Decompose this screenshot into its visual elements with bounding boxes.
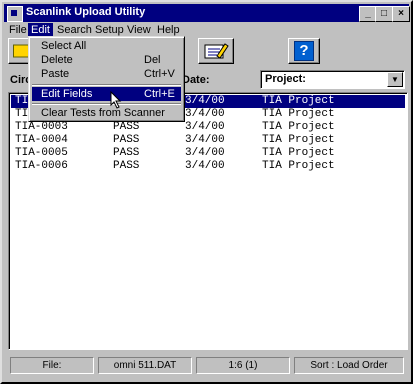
- menu-item-shortcut: Ctrl+V: [144, 68, 175, 80]
- cell-project: TIA Project: [262, 134, 335, 146]
- help-icon: ?: [294, 41, 314, 61]
- cell-id: TIA-0003: [15, 121, 68, 133]
- cell-date: 3/4/00: [185, 147, 225, 159]
- cell-id: TI: [15, 108, 29, 120]
- menu-item-select-all[interactable]: Select All: [32, 39, 181, 53]
- help-button[interactable]: ?: [288, 38, 320, 64]
- application-window: Scanlink Upload Utility _ □ × File Edit …: [0, 0, 413, 384]
- menu-file[interactable]: File: [6, 23, 30, 38]
- app-icon[interactable]: [7, 6, 23, 22]
- cell-date: 3/4/00: [185, 160, 225, 172]
- cell-status: PASS: [113, 160, 140, 172]
- cell-date: 3/4/00: [185, 134, 225, 146]
- cell-status: PASS: [113, 147, 140, 159]
- maximize-button[interactable]: □: [375, 6, 393, 22]
- window-title: Scanlink Upload Utility: [26, 6, 146, 18]
- edit-fields-icon: [204, 43, 229, 59]
- edit-fields-button[interactable]: [198, 38, 234, 64]
- menu-item-delete[interactable]: Delete Del: [32, 53, 181, 67]
- menu-item-clear-tests[interactable]: Clear Tests from Scanner: [32, 106, 181, 120]
- cell-id: TIA-0005: [15, 147, 68, 159]
- close-button[interactable]: ×: [392, 6, 410, 22]
- project-select-value: Project:: [265, 73, 306, 85]
- cell-id: TI: [15, 95, 29, 107]
- cell-date: 3/4/00: [185, 95, 225, 107]
- cell-project: TIA Project: [262, 160, 335, 172]
- cell-id: TIA-0006: [15, 160, 68, 172]
- cell-status: PASS: [113, 121, 140, 133]
- status-file-label: File:: [10, 357, 94, 374]
- menu-item-paste[interactable]: Paste Ctrl+V: [32, 67, 181, 81]
- menu-item-label: Edit Fields: [41, 88, 93, 100]
- menu-item-edit-fields[interactable]: Edit Fields Ctrl+E: [32, 87, 181, 101]
- menu-item-label: Delete: [41, 54, 73, 66]
- table-row[interactable]: TIA-0006 PASS 3/4/00 TIA Project: [11, 160, 405, 173]
- cell-project: TIA Project: [262, 95, 335, 107]
- cell-date: 3/4/00: [185, 121, 225, 133]
- menu-separator: [32, 103, 181, 105]
- project-select[interactable]: Project: ▼: [260, 70, 405, 89]
- menu-item-label: Clear Tests from Scanner: [41, 107, 165, 119]
- cell-project: TIA Project: [262, 108, 335, 120]
- cell-id: TIA-0004: [15, 134, 68, 146]
- cell-status: PASS: [113, 134, 140, 146]
- status-position: 1:6 (1): [196, 357, 290, 374]
- status-file-name: omni 511.DAT: [98, 357, 192, 374]
- mouse-cursor-icon: [110, 91, 122, 109]
- chevron-down-icon[interactable]: ▼: [387, 72, 403, 87]
- table-row[interactable]: TIA-0003 PASS 3/4/00 TIA Project: [11, 121, 405, 134]
- menu-item-label: Paste: [41, 68, 70, 80]
- cell-date: 3/4/00: [185, 108, 225, 120]
- cell-project: TIA Project: [262, 121, 335, 133]
- table-row[interactable]: TIA-0004 PASS 3/4/00 TIA Project: [11, 134, 405, 147]
- menu-separator: [32, 84, 181, 86]
- cell-project: TIA Project: [262, 147, 335, 159]
- results-list[interactable]: TI 3/4/00 TIA Project TI 3/4/00 TIA Proj…: [8, 92, 408, 350]
- status-bar: File: omni 511.DAT 1:6 (1) Sort : Load O…: [8, 356, 406, 376]
- status-sort: Sort : Load Order: [294, 357, 404, 374]
- edit-menu-dropdown: Select All Delete Del Paste Ctrl+V Edit …: [28, 36, 185, 122]
- title-bar[interactable]: Scanlink Upload Utility _ □ ×: [4, 4, 410, 22]
- menu-item-label: Select All: [41, 40, 87, 52]
- column-header-date[interactable]: Date:: [182, 74, 210, 86]
- menu-item-shortcut: Ctrl+E: [144, 88, 175, 100]
- table-row[interactable]: TIA-0005 PASS 3/4/00 TIA Project: [11, 147, 405, 160]
- menu-item-shortcut: Del: [144, 54, 161, 66]
